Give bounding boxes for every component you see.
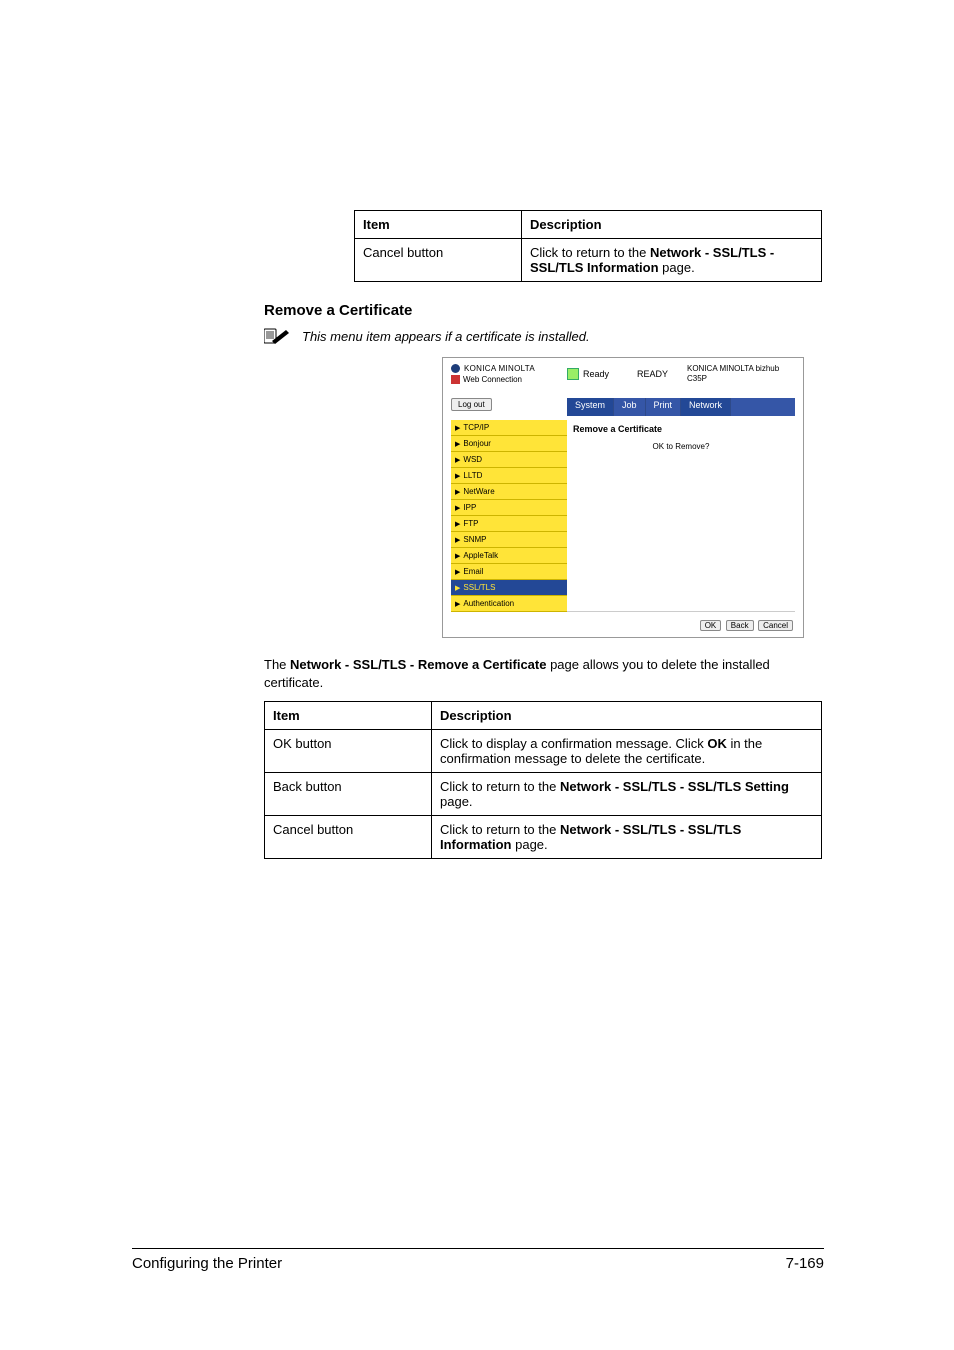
tab-print[interactable]: Print [646,398,682,416]
logo-circle-icon [451,364,460,373]
triangle-icon: ▶ [455,584,460,592]
th-desc: Description [432,702,822,730]
content-title: Remove a Certificate [573,424,789,434]
triangle-icon: ▶ [455,552,460,560]
cell-item: OK button [265,730,432,773]
table-row: Cancel button Click to return to the Net… [355,239,822,282]
sidebar-item-lltd[interactable]: ▶LLTD [451,468,567,484]
triangle-icon: ▶ [455,440,460,448]
tab-system[interactable]: System [567,398,614,416]
sidebar-item-label: Email [463,567,483,576]
table-row: Back buttonClick to return to the Networ… [265,773,822,816]
table-row: OK buttonClick to display a confirmation… [265,730,822,773]
tabbar-fill [731,398,795,416]
triangle-icon: ▶ [455,488,460,496]
cancel-button[interactable]: Cancel [758,620,793,631]
triangle-icon: ▶ [455,472,460,480]
sidebar-item-label: WSD [463,455,482,464]
cell-desc: Click to return to the Network - SSL/TLS… [432,816,822,859]
triangle-icon: ▶ [455,456,460,464]
sidebar-item-label: IPP [463,503,476,512]
sidebar-item-ipp[interactable]: ▶IPP [451,500,567,516]
ok-button[interactable]: OK [700,620,722,631]
note-text: This menu item appears if a certificate … [302,329,590,344]
table-row: Cancel buttonClick to return to the Netw… [265,816,822,859]
description-paragraph: The Network - SSL/TLS - Remove a Certifi… [264,656,822,691]
cell-desc: Click to return to the Network - SSL/TLS… [522,239,822,282]
status-text: READY [637,369,668,379]
triangle-icon: ▶ [455,504,460,512]
webcon-label: Web Connection [451,375,567,384]
cell-desc: Click to return to the Network - SSL/TLS… [432,773,822,816]
sidebar-item-label: SNMP [463,535,486,544]
content-message: OK to Remove? [573,442,789,451]
table-options: Item Description OK buttonClick to displ… [264,701,822,859]
sidebar-item-label: TCP/IP [463,423,489,432]
page-footer: Configuring the Printer 7-169 [132,1248,824,1272]
device-name: KONICA MINOLTA bizhub C35P [687,364,795,384]
sidebar-item-label: FTP [463,519,478,528]
sidebar-item-snmp[interactable]: ▶SNMP [451,532,567,548]
tab-job[interactable]: Job [614,398,646,416]
back-button[interactable]: Back [726,620,754,631]
sidebar-item-tcp-ip[interactable]: ▶TCP/IP [451,420,567,436]
logout-button[interactable]: Log out [451,398,492,411]
footer-left: Configuring the Printer [132,1255,282,1272]
sidebar-item-bonjour[interactable]: ▶Bonjour [451,436,567,452]
tab-network[interactable]: Network [681,398,731,416]
cell-desc: Click to display a confirmation message.… [432,730,822,773]
sidebar-item-label: LLTD [463,471,482,480]
th-item: Item [355,211,522,239]
sidebar-item-wsd[interactable]: ▶WSD [451,452,567,468]
status-ready: Ready [567,368,609,380]
th-item: Item [265,702,432,730]
screenshot-box: KONICA MINOLTA Web Connection Ready READ… [442,357,804,638]
webcon-icon [451,375,460,384]
cell-item: Cancel button [265,816,432,859]
sidebar-item-ftp[interactable]: ▶FTP [451,516,567,532]
triangle-icon: ▶ [455,568,460,576]
sidebar-item-label: AppleTalk [463,551,498,560]
section-heading: Remove a Certificate [264,302,824,319]
sidebar-item-appletalk[interactable]: ▶AppleTalk [451,548,567,564]
th-desc: Description [522,211,822,239]
triangle-icon: ▶ [455,424,460,432]
sidebar: ▶TCP/IP▶Bonjour▶WSD▶LLTD▶NetWare▶IPP▶FTP… [451,420,567,612]
sidebar-item-email[interactable]: ▶Email [451,564,567,580]
cell-item: Back button [265,773,432,816]
triangle-icon: ▶ [455,520,460,528]
table-cancel: Item Description Cancel button Click to … [354,210,822,282]
sidebar-item-netware[interactable]: ▶NetWare [451,484,567,500]
brand-logo: KONICA MINOLTA [451,364,567,373]
note-line: This menu item appears if a certificate … [264,327,824,345]
sidebar-item-label: Authentication [463,599,514,608]
footer-right: 7-169 [786,1255,824,1272]
printer-icon [567,368,579,380]
sidebar-item-label: SSL/TLS [463,583,495,592]
cell-item: Cancel button [355,239,522,282]
sidebar-item-ssl-tls[interactable]: ▶SSL/TLS [451,580,567,596]
sidebar-item-authentication[interactable]: ▶Authentication [451,596,567,612]
triangle-icon: ▶ [455,536,460,544]
triangle-icon: ▶ [455,600,460,608]
sidebar-item-label: Bonjour [463,439,491,448]
sidebar-item-label: NetWare [463,487,494,496]
note-icon [264,327,290,345]
